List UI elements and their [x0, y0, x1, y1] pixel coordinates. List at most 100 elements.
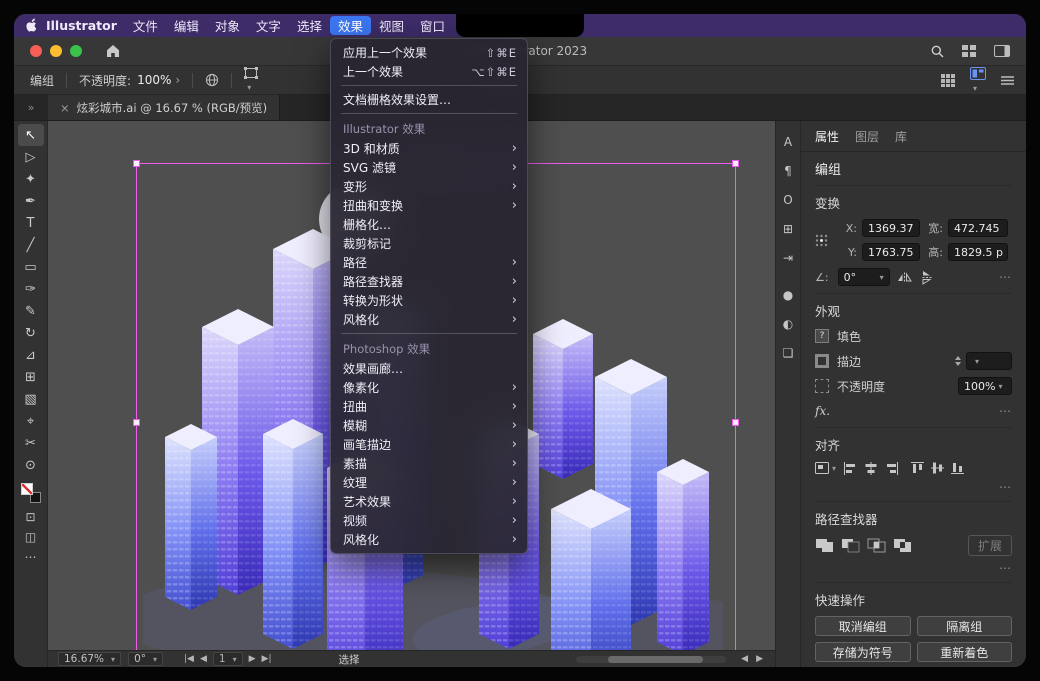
active-app-name[interactable]: Illustrator	[42, 18, 125, 33]
paintbrush-tool[interactable]: ✑	[18, 278, 44, 300]
transform-options-icon[interactable]	[244, 67, 258, 93]
color-panel-icon[interactable]: ●	[776, 280, 800, 309]
reference-point-icon[interactable]	[815, 234, 839, 247]
tabs-panel-icon[interactable]: ⇥	[776, 243, 800, 272]
panel-menu-icon[interactable]	[1001, 76, 1014, 85]
toolbar-expand-icon[interactable]	[14, 95, 48, 120]
mesh-tool[interactable]: ⊞	[18, 366, 44, 388]
document-setup-globe-icon[interactable]	[205, 73, 219, 87]
stroke-weight-stepper[interactable]	[955, 356, 961, 366]
menubar-item[interactable]: 选择	[289, 16, 330, 35]
minimize-window-button[interactable]	[50, 45, 62, 57]
menu-item-brush-strokes[interactable]: 画笔描边	[331, 435, 527, 454]
prev-artboard-icon[interactable]: ◀	[200, 654, 207, 664]
opentype-panel-icon[interactable]: O	[776, 185, 800, 214]
menu-item-distort-transform[interactable]: 扭曲和变换	[331, 196, 527, 215]
menu-item-artistic[interactable]: 艺术效果	[331, 492, 527, 511]
zoom-window-button[interactable]	[70, 45, 82, 57]
menu-item[interactable]	[341, 85, 517, 86]
x-field[interactable]: 1369.37	[862, 219, 920, 237]
color-guide-panel-icon[interactable]: ◐	[776, 309, 800, 338]
gradient-tool[interactable]: ▧	[18, 388, 44, 410]
scale-tool[interactable]: ⊿	[18, 344, 44, 366]
tab-layers[interactable]: 图层	[855, 128, 879, 145]
selection-handle[interactable]	[133, 160, 140, 167]
menubar-item[interactable]: 文字	[248, 16, 289, 35]
stroke-weight-dropdown[interactable]	[966, 352, 1012, 370]
magic-wand-tool[interactable]: ✦	[18, 168, 44, 190]
menu-item[interactable]	[341, 113, 517, 114]
align-to-dropdown[interactable]	[815, 462, 836, 474]
flip-vertical-icon[interactable]	[921, 270, 932, 285]
close-window-button[interactable]	[30, 45, 42, 57]
home-icon[interactable]	[106, 44, 120, 58]
glyphs-panel-icon[interactable]: ⊞	[776, 214, 800, 243]
menu-item-video[interactable]: 视频	[331, 511, 527, 530]
line-tool[interactable]: ╱	[18, 234, 44, 256]
y-field[interactable]: 1763.75	[862, 243, 920, 261]
first-artboard-icon[interactable]: |◀	[184, 654, 194, 664]
menu-item-crop-marks[interactable]: 裁剪标记	[331, 234, 527, 253]
menubar-item[interactable]: 文件	[125, 16, 166, 35]
appearance-opacity-dropdown[interactable]: 100%	[958, 377, 1012, 395]
close-tab-icon[interactable]: ×	[60, 101, 70, 115]
horizontal-scrollbar[interactable]	[576, 656, 726, 663]
selection-handle[interactable]	[133, 419, 140, 426]
fill-stroke-swatches[interactable]	[21, 483, 41, 503]
paragraph-panel-icon[interactable]: ¶	[776, 156, 800, 185]
pen-tool[interactable]: ✒	[18, 190, 44, 212]
menu-item-effect-gallery[interactable]: 效果画廊…	[331, 359, 527, 378]
fill-color-swatch[interactable]	[21, 483, 33, 495]
menu-item-distort[interactable]: 扭曲	[331, 397, 527, 416]
expand-button[interactable]: 扩展	[968, 535, 1012, 556]
workspace-switcher-icon[interactable]	[970, 67, 986, 94]
menubar-item[interactable]: 窗口	[412, 16, 453, 35]
scissors-tool[interactable]: ✂	[18, 432, 44, 454]
menu-item[interactable]	[341, 333, 517, 334]
apps-grid-icon[interactable]	[962, 45, 976, 57]
type-tool[interactable]: T	[18, 212, 44, 234]
align-center-horizontal-icon[interactable]	[864, 462, 878, 475]
menu-item-stylize-ps[interactable]: 风格化	[331, 530, 527, 549]
align-right-icon[interactable]	[885, 462, 899, 475]
menubar-item[interactable]: 视图	[371, 16, 412, 35]
rectangle-tool[interactable]: ▭	[18, 256, 44, 278]
flip-horizontal-icon[interactable]	[897, 272, 912, 283]
direct-selection-tool[interactable]: ▷	[18, 146, 44, 168]
menu-item-sketch[interactable]: 素描	[331, 454, 527, 473]
menu-item[interactable]: Illustrator 效果	[331, 118, 527, 139]
pathfinder-minus-front-icon[interactable]	[841, 538, 860, 553]
apple-logo-icon[interactable]	[26, 18, 38, 33]
more-options-icon[interactable]	[999, 561, 1012, 575]
opacity-value-dropdown[interactable]: 100%	[137, 73, 180, 87]
width-field[interactable]: 472.745	[948, 219, 1008, 237]
menu-item-path[interactable]: 路径	[331, 253, 527, 272]
menu-item-texture[interactable]: 纹理	[331, 473, 527, 492]
scroll-right-icon[interactable]: ▶	[756, 654, 763, 664]
last-artboard-icon[interactable]: ▶|	[262, 654, 272, 664]
stroke-swatch[interactable]	[815, 354, 829, 368]
menu-item[interactable]: Photoshop 效果	[331, 338, 527, 359]
pathfinder-intersect-icon[interactable]	[867, 538, 886, 553]
save-as-symbol-button[interactable]: 存储为符号	[815, 642, 911, 662]
scrollbar-thumb[interactable]	[608, 656, 703, 663]
rotate-tool[interactable]: ↻	[18, 322, 44, 344]
draw-mode-icon[interactable]: ⊡	[18, 507, 44, 527]
artboard-number-dropdown[interactable]: 1	[213, 652, 243, 666]
rotation-angle-dropdown[interactable]: 0°	[838, 268, 890, 286]
panel-toggle-icon[interactable]	[994, 45, 1010, 57]
screen-mode-icon[interactable]: ◫	[18, 527, 44, 547]
zoom-level-dropdown[interactable]: 16.67%	[58, 652, 121, 666]
menu-item-rasterize[interactable]: 栅格化…	[331, 215, 527, 234]
align-bottom-icon[interactable]	[951, 461, 964, 475]
menubar-item[interactable]: 编辑	[166, 16, 207, 35]
selection-handle[interactable]	[732, 160, 739, 167]
document-tab[interactable]: × 炫彩城市.ai @ 16.67 % (RGB/预览)	[48, 95, 280, 120]
height-field[interactable]: 1829.5 p	[948, 243, 1008, 261]
pencil-tool[interactable]: ✎	[18, 300, 44, 322]
menu-item-document-raster-settings[interactable]: 文档栅格效果设置…	[331, 90, 527, 109]
fx-button[interactable]: fx.	[815, 404, 830, 418]
eyedropper-tool[interactable]: ⌖	[18, 410, 44, 432]
menubar-item[interactable]: 效果	[330, 16, 371, 35]
opacity-swatch-icon[interactable]	[815, 379, 829, 393]
